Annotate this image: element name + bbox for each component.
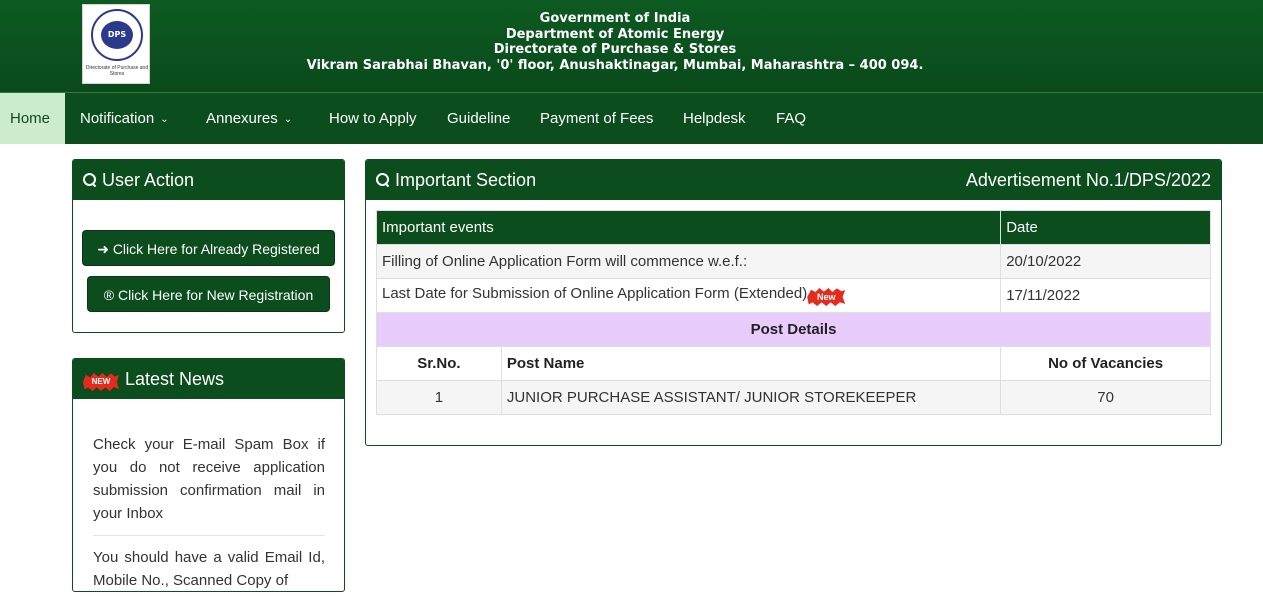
chevron-down-icon: ⌄ bbox=[283, 114, 293, 125]
latest-news-panel: NEW Latest News Check your E-mail Spam Bo… bbox=[72, 358, 345, 592]
table-row: 1 JUNIOR PURCHASE ASSISTANT/ JUNIOR STOR… bbox=[376, 380, 1211, 415]
header-line-department: Department of Atomic Energy bbox=[505, 26, 725, 42]
new-badge-icon: NEW bbox=[83, 373, 119, 391]
post-vacancies: 70 bbox=[1000, 380, 1211, 415]
nav-guideline-label: Guideline bbox=[447, 110, 511, 127]
post-name-header: Post Name bbox=[500, 346, 1002, 381]
nav-payment-of-fees[interactable]: Payment of Fees bbox=[530, 93, 663, 144]
dps-logo: DPS Directorate of Purchase and Stores bbox=[82, 4, 150, 84]
search-icon bbox=[376, 173, 390, 187]
nav-helpdesk-label: Helpdesk bbox=[683, 110, 746, 127]
nav-helpdesk[interactable]: Helpdesk bbox=[673, 93, 756, 144]
table-row: Last Date for Submission of Online Appli… bbox=[375, 278, 1211, 313]
event-date: 20/10/2022 bbox=[1000, 244, 1211, 279]
user-action-header: User Action bbox=[73, 160, 344, 200]
events-column-header: Important events bbox=[375, 210, 1002, 245]
nav-faq-label: FAQ bbox=[776, 110, 807, 127]
vacancies-header: No of Vacancies bbox=[1000, 346, 1211, 381]
nav-home-label: Home bbox=[10, 110, 51, 127]
post-header-row: Sr.No. Post Name No of Vacancies bbox=[376, 346, 1211, 381]
latest-news-header: NEW Latest News bbox=[73, 359, 344, 399]
user-action-title: User Action bbox=[102, 170, 195, 190]
logo-center-text: DPS bbox=[101, 21, 133, 49]
nav-home[interactable]: Home bbox=[0, 93, 65, 144]
event-cell: Last Date for Submission of Online Appli… bbox=[375, 278, 1002, 313]
sign-in-icon: ➜ bbox=[97, 241, 109, 257]
table-header-row: Important events Date bbox=[375, 210, 1211, 245]
header-line-address: Vikram Sarabhai Bhavan, '0' floor, Anush… bbox=[306, 57, 924, 73]
chevron-down-icon: ⌄ bbox=[160, 114, 169, 125]
important-section-header: Important Section Advertisement No.1/DPS… bbox=[366, 160, 1221, 200]
site-header: DPS Directorate of Purchase and Stores G… bbox=[0, 0, 1263, 92]
post-details-title: Post Details bbox=[376, 312, 1211, 347]
new-registration-label: Click Here for New Registration bbox=[117, 287, 314, 303]
user-action-panel: User Action ➜ Click Here for Already Reg… bbox=[72, 159, 345, 333]
main-nav: Home Notification ⌄ Annexures ⌄ How to App… bbox=[0, 92, 1263, 144]
nav-how-to-apply-label: How to Apply bbox=[329, 110, 417, 127]
news-item: You should have a valid Email Id, Mobile… bbox=[93, 535, 325, 591]
news-list[interactable]: Check your E-mail Spam Box if you do not… bbox=[93, 433, 325, 591]
post-details-row: Post Details bbox=[376, 312, 1211, 347]
nav-payment-label: Payment of Fees bbox=[540, 110, 654, 127]
sr-no-header: Sr.No. bbox=[376, 346, 502, 381]
post-name: JUNIOR PURCHASE ASSISTANT/ JUNIOR STOREK… bbox=[500, 380, 1002, 415]
nav-annexures[interactable]: Annexures ⌄ bbox=[196, 93, 302, 144]
search-icon bbox=[83, 173, 97, 187]
already-registered-button[interactable]: ➜ Click Here for Already Registered bbox=[82, 230, 335, 266]
logo-emblem-icon: DPS bbox=[91, 9, 143, 61]
new-badge-icon: New bbox=[807, 288, 846, 306]
nav-notification[interactable]: Notification ⌄ bbox=[70, 93, 179, 144]
event-date: 17/11/2022 bbox=[1000, 278, 1211, 313]
header-line-government: Government of India bbox=[539, 11, 691, 26]
nav-how-to-apply[interactable]: How to Apply bbox=[319, 93, 427, 144]
advertisement-number: Advertisement No.1/DPS/2022 bbox=[965, 170, 1211, 190]
date-column-header: Date bbox=[1000, 210, 1211, 245]
new-registration-button[interactable]: ® Click Here for New Registration bbox=[87, 276, 330, 312]
event-label: Last Date for Submission of Online Appli… bbox=[382, 285, 808, 302]
nav-guideline[interactable]: Guideline bbox=[437, 93, 520, 144]
header-title-block: Government of India Department of Atomic… bbox=[260, 11, 970, 73]
latest-news-title: Latest News bbox=[125, 369, 225, 389]
registered-mark-icon: ® bbox=[103, 287, 115, 303]
nav-notification-label: Notification bbox=[80, 110, 155, 127]
nav-faq[interactable]: FAQ bbox=[766, 93, 816, 144]
table-row: Filling of Online Application Form will … bbox=[375, 244, 1211, 279]
nav-annexures-label: Annexures bbox=[206, 110, 278, 127]
already-registered-label: Click Here for Already Registered bbox=[112, 241, 320, 257]
header-line-directorate: Directorate of Purchase & Stores bbox=[493, 42, 737, 57]
important-section-title: Important Section bbox=[395, 170, 537, 190]
logo-caption: Directorate of Purchase and Stores bbox=[85, 65, 149, 77]
event-label: Filling of Online Application Form will … bbox=[375, 244, 1002, 279]
important-events-table: Important events Date Filling of Online … bbox=[375, 210, 1211, 415]
news-item: Check your E-mail Spam Box if you do not… bbox=[93, 436, 325, 522]
post-sr-no: 1 bbox=[376, 380, 502, 415]
important-section-panel: Important Section Advertisement No.1/DPS… bbox=[365, 159, 1222, 446]
